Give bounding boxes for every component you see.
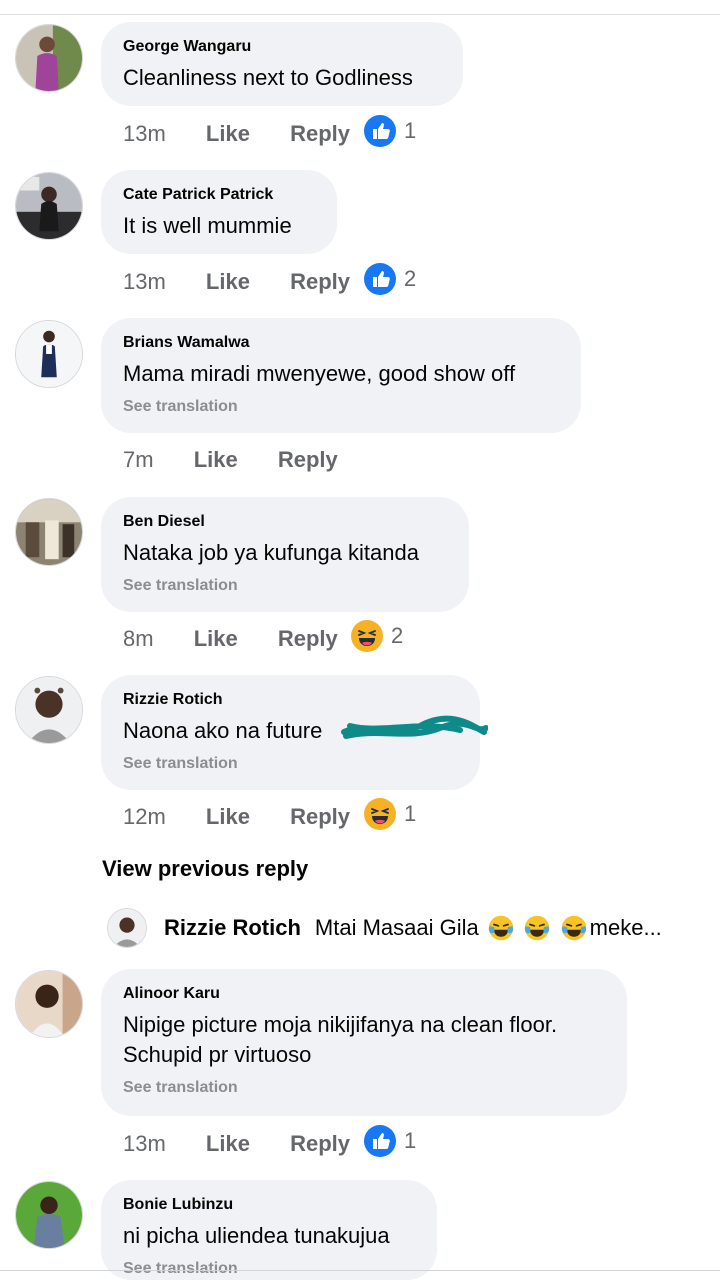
reaction-count: 2 (391, 623, 404, 648)
reply-preview[interactable]: Rizzie Rotich Mtai Masaai Gila meke... (107, 907, 662, 949)
reaction-count: 1 (404, 1128, 417, 1153)
comment-author[interactable]: Cate Patrick Patrick (123, 185, 315, 205)
comment-bubble[interactable]: Cate Patrick Patrick It is well mummie (101, 170, 337, 254)
haha-icon (364, 798, 396, 830)
comment-actions: 12m Like Reply (123, 802, 350, 832)
comment-actions: 8m Like Reply (123, 624, 338, 654)
reaction-summary[interactable]: 2 (364, 262, 416, 296)
like-button[interactable]: Like (206, 119, 250, 149)
like-icon (364, 1125, 396, 1157)
reply-text-truncated: meke... (589, 915, 662, 940)
comment-text: Mama miradi mwenyewe, good show off (123, 361, 516, 386)
reply-button[interactable]: Reply (278, 445, 338, 475)
reaction-summary[interactable]: 1 (364, 114, 416, 148)
see-translation-link[interactable]: See translation (123, 576, 447, 596)
like-icon (364, 263, 396, 295)
reply-button[interactable]: Reply (290, 1129, 350, 1159)
comment-author[interactable]: Rizzie Rotich (123, 690, 458, 710)
reply-button[interactable]: Reply (290, 119, 350, 149)
like-button[interactable]: Like (206, 802, 250, 832)
reply-author[interactable]: Rizzie Rotich (164, 915, 301, 941)
reaction-summary[interactable]: 2 (351, 619, 403, 653)
bottom-divider (0, 1270, 720, 1271)
see-translation-link[interactable]: See translation (123, 1078, 605, 1098)
comment-actions: 13m Like Reply (123, 119, 350, 149)
see-translation-link[interactable]: See translation (123, 1259, 415, 1279)
comment-time[interactable]: 8m (123, 624, 154, 654)
comment-author[interactable]: George Wangaru (123, 37, 441, 57)
comment-bubble[interactable]: Ben Diesel Nataka job ya kufunga kitanda… (101, 497, 469, 612)
comment-author[interactable]: Alinoor Karu (123, 984, 605, 1004)
avatar[interactable] (15, 970, 83, 1038)
avatar[interactable] (15, 676, 83, 744)
avatar[interactable] (15, 24, 83, 92)
avatar[interactable] (15, 172, 83, 240)
view-previous-reply-link[interactable]: View previous reply (102, 854, 308, 884)
comment-actions: 7m Like Reply (123, 445, 338, 475)
comment-time[interactable]: 12m (123, 802, 166, 832)
avatar[interactable] (15, 1181, 83, 1249)
avatar[interactable] (15, 498, 83, 566)
comment-bubble[interactable]: George Wangaru Cleanliness next to Godli… (101, 22, 463, 106)
comment-bubble[interactable]: Brians Wamalwa Mama miradi mwenyewe, goo… (101, 318, 581, 433)
avatar[interactable] (15, 320, 83, 388)
like-button[interactable]: Like (194, 624, 238, 654)
like-icon (364, 115, 396, 147)
redaction-scribble (341, 715, 488, 739)
comment-text: Cleanliness next to Godliness (123, 65, 413, 90)
comment-bubble[interactable]: Bonie Lubinzu ni picha uliendea tunakuju… (101, 1180, 437, 1280)
reaction-count: 1 (404, 801, 417, 826)
comment-text: Nataka job ya kufunga kitanda (123, 540, 419, 565)
reply-text: Mtai Masaai Gila (314, 915, 479, 940)
comment-time[interactable]: 7m (123, 445, 154, 475)
haha-icon (351, 620, 383, 652)
reaction-count: 2 (404, 266, 417, 291)
comment-author[interactable]: Bonie Lubinzu (123, 1195, 415, 1215)
comment-author[interactable]: Brians Wamalwa (123, 333, 559, 353)
tears-of-joy-icon (524, 915, 550, 941)
tears-of-joy-icon (561, 915, 586, 941)
see-translation-link[interactable]: See translation (123, 754, 458, 774)
comment-time[interactable]: 13m (123, 267, 166, 297)
comment-author[interactable]: Ben Diesel (123, 512, 447, 532)
reaction-count: 1 (404, 118, 417, 143)
like-button[interactable]: Like (194, 445, 238, 475)
avatar[interactable] (107, 908, 147, 948)
like-button[interactable]: Like (206, 1129, 250, 1159)
comment-text-line-2: Schupid pr virtuoso (123, 1042, 312, 1067)
comment-text: Nipige picture moja nikijifanya na clean… (123, 1012, 558, 1037)
emoji-group (485, 914, 590, 942)
like-button[interactable]: Like (206, 267, 250, 297)
reaction-summary[interactable]: 1 (364, 797, 416, 831)
see-translation-link[interactable]: See translation (123, 397, 559, 417)
reaction-summary[interactable]: 1 (364, 1124, 416, 1158)
reply-button[interactable]: Reply (290, 267, 350, 297)
reply-button[interactable]: Reply (278, 624, 338, 654)
comment-actions: 13m Like Reply (123, 1129, 350, 1159)
comment-text: ni picha uliendea tunakujua (123, 1223, 390, 1248)
comment-actions: 13m Like Reply (123, 267, 350, 297)
comment-text: It is well mummie (123, 213, 292, 238)
top-divider (0, 14, 720, 15)
comment-time[interactable]: 13m (123, 119, 166, 149)
comment-bubble[interactable]: Alinoor Karu Nipige picture moja nikijif… (101, 969, 627, 1116)
reply-button[interactable]: Reply (290, 802, 350, 832)
tears-of-joy-icon (488, 915, 513, 941)
comment-time[interactable]: 13m (123, 1129, 166, 1159)
